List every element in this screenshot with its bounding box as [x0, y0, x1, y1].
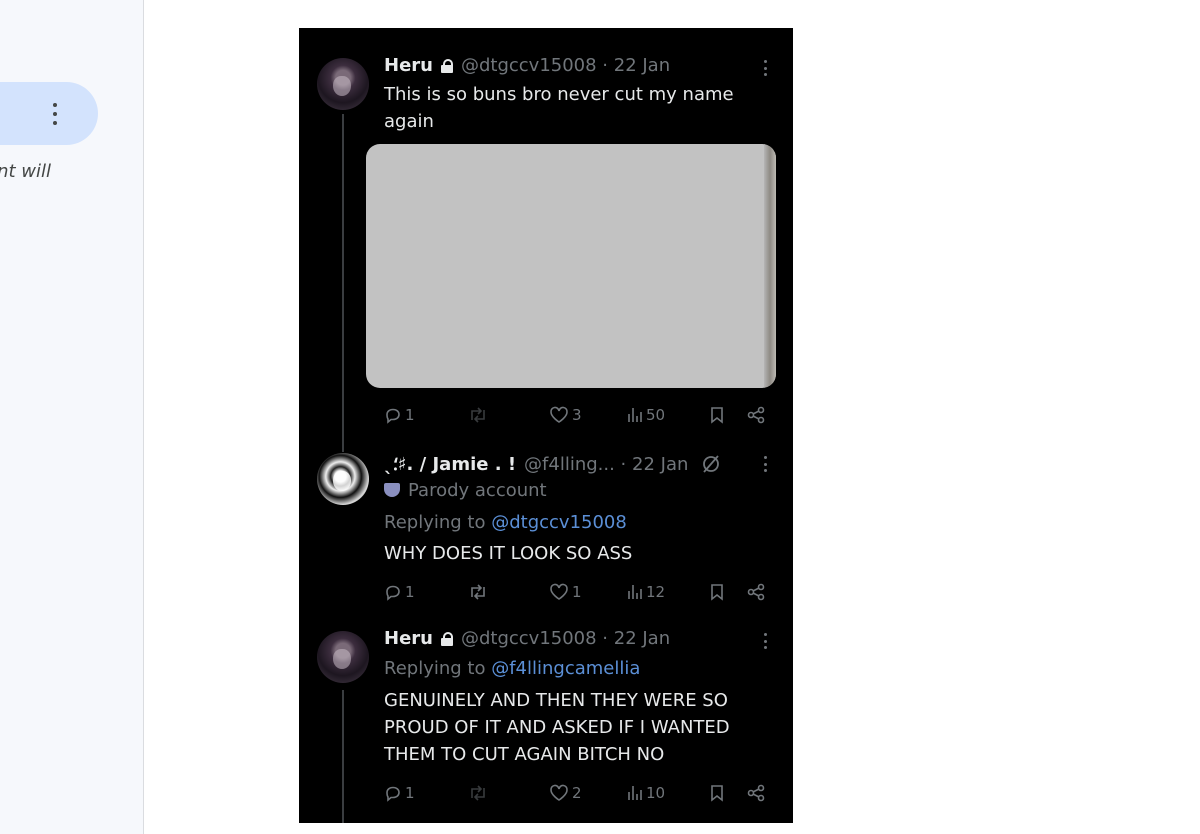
reply-button[interactable]: 1 [384, 404, 415, 426]
avatar[interactable] [317, 631, 369, 683]
views-icon [628, 408, 642, 422]
reply-icon [386, 408, 400, 424]
action-bar: 1 3 50 [384, 404, 774, 426]
theater-mask-icon [384, 483, 400, 497]
more-icon[interactable] [764, 633, 768, 649]
tweet-header: ˎ⸵♯. / Jamie . ! @f4lling... · 22 Jan [384, 452, 722, 476]
avatar[interactable] [317, 453, 369, 505]
heart-icon [550, 406, 568, 423]
bookmark-icon [711, 407, 723, 424]
tweet-media[interactable] [366, 144, 776, 388]
author-name[interactable]: ˎ⸵♯. / Jamie . ! [384, 452, 516, 476]
like-button[interactable]: 2 [549, 782, 582, 804]
author-handle[interactable]: @dtgccv15008 · 22 Jan [461, 628, 670, 649]
sidebar-selected-item[interactable] [0, 82, 98, 145]
repost-button[interactable] [468, 404, 488, 426]
thread-line [342, 114, 344, 452]
more-icon[interactable] [764, 60, 768, 76]
share-icon [747, 406, 765, 424]
share-button[interactable] [746, 581, 766, 603]
repost-button[interactable] [468, 581, 488, 603]
repost-icon [471, 785, 485, 801]
share-button[interactable] [746, 782, 766, 804]
replying-to: Replying to @f4llingcamellia [384, 658, 641, 679]
reply-icon [386, 786, 400, 802]
views-button[interactable]: 50 [627, 404, 665, 426]
like-button[interactable]: 1 [549, 581, 582, 603]
tweet-header: Heru @dtgccv15008 · 22 Jan [384, 628, 670, 649]
heart-icon [550, 784, 568, 801]
views-icon [628, 585, 642, 599]
bookmark-button[interactable] [709, 404, 725, 426]
avatar[interactable] [317, 58, 369, 110]
thread-line [342, 690, 344, 823]
mention-link[interactable]: @dtgccv15008 [491, 512, 627, 533]
tweet-text: This is so buns bro never cut my name ag… [384, 84, 734, 132]
bookmark-icon [711, 785, 723, 802]
views-icon [628, 786, 642, 800]
share-button[interactable] [746, 404, 766, 426]
bookmark-button[interactable] [709, 782, 725, 804]
app-sidebar: ent will [0, 0, 144, 834]
repost-icon [471, 584, 485, 600]
share-icon [747, 784, 765, 802]
tweet-text: GENUINELY AND THEN THEY WERE SO PROUD OF… [384, 690, 730, 765]
reply-button[interactable]: 1 [384, 782, 415, 804]
lock-icon [440, 58, 453, 73]
repost-button[interactable] [468, 782, 488, 804]
views-button[interactable]: 10 [627, 782, 665, 804]
mention-link[interactable]: @f4llingcamellia [491, 658, 640, 679]
author-name[interactable]: Heru [384, 628, 433, 649]
tweet-thread-image: Heru @dtgccv15008 · 22 Jan This is so bu… [299, 28, 793, 823]
action-bar: 1 2 10 [384, 782, 774, 804]
hidden-reply-icon [703, 455, 720, 473]
bookmark-icon [711, 584, 723, 601]
like-button[interactable]: 3 [549, 404, 582, 426]
more-options-icon[interactable] [52, 103, 58, 125]
heart-icon [550, 583, 568, 600]
author-handle[interactable]: @f4lling... · 22 Jan [524, 454, 688, 475]
author-name[interactable]: Heru [384, 55, 433, 76]
sidebar-snippet: ent will [0, 161, 51, 182]
author-handle[interactable]: @dtgccv15008 · 22 Jan [461, 55, 670, 76]
share-icon [747, 583, 765, 601]
action-bar: 1 1 12 [384, 581, 774, 603]
repost-icon [471, 407, 485, 423]
parody-label: Parody account [384, 480, 547, 501]
replying-to: Replying to @dtgccv15008 [384, 512, 627, 533]
reply-icon [386, 585, 400, 601]
reply-button[interactable]: 1 [384, 581, 415, 603]
tweet-header: Heru @dtgccv15008 · 22 Jan [384, 55, 670, 76]
tweet-text: WHY DOES IT LOOK SO ASS [384, 543, 633, 564]
lock-icon [440, 631, 453, 646]
views-button[interactable]: 12 [627, 581, 665, 603]
more-icon[interactable] [764, 456, 768, 472]
bookmark-button[interactable] [709, 581, 725, 603]
